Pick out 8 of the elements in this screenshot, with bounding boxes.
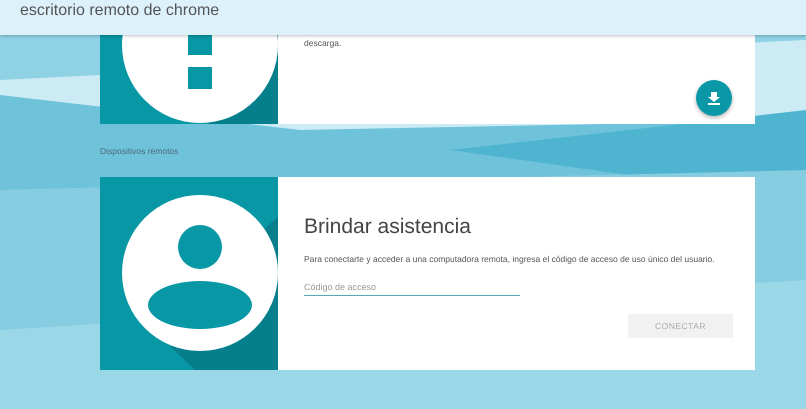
help-description: descarga. — [304, 37, 342, 50]
download-icon — [707, 91, 721, 105]
card-description: Para conectarte y acceder a una computadora remota, ingresa el código de acceso de uso único del usuario. — [304, 253, 716, 266]
download-button[interactable] — [696, 80, 732, 116]
section-label: Dispositivos remotos — [100, 144, 180, 158]
card-title: Brindar asistencia — [304, 215, 472, 239]
access-code-field[interactable]: Código de acceso — [304, 274, 520, 296]
app-title: escritorio remoto de chrome — [20, 2, 220, 20]
